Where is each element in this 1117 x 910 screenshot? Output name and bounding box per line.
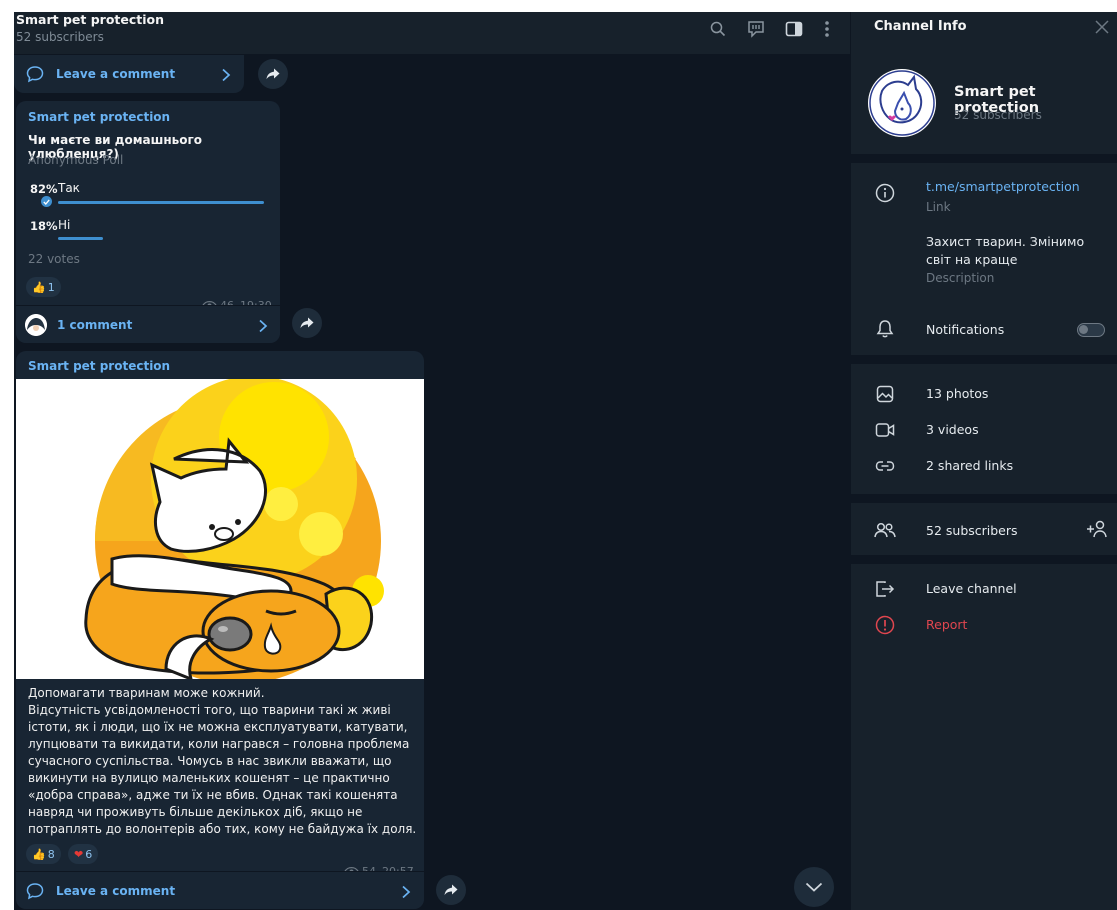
notifications-toggle[interactable] [1077, 323, 1105, 337]
forward-icon [266, 68, 280, 80]
poll-votes: 22 votes [28, 252, 80, 266]
channel-link[interactable]: t.me/smartpetprotection [926, 179, 1080, 194]
videos-count: 3 videos [926, 422, 979, 437]
users-icon [874, 519, 896, 541]
comments-count-label: 1 comment [57, 318, 133, 332]
divider [851, 154, 1117, 163]
reaction-emoji: ❤ [74, 847, 84, 861]
chat-subtitle: 52 subscribers [16, 30, 104, 44]
channel-avatar[interactable] [868, 69, 936, 137]
panel-title: Channel Info [874, 19, 967, 34]
poll-option-percent: 82% [30, 182, 58, 196]
comment-icon [26, 882, 44, 904]
avatar [25, 314, 47, 336]
reaction-count: 6 [85, 847, 93, 861]
leave-channel-row[interactable]: Leave channel [851, 572, 1117, 606]
channel-logo [869, 70, 935, 136]
chat-header[interactable]: Smart pet protection 52 subscribers [14, 12, 850, 54]
link-icon [874, 455, 896, 477]
forward-icon [300, 317, 314, 329]
divider [851, 355, 1117, 364]
forward-icon [444, 884, 458, 896]
reaction-count: 8 [47, 847, 55, 861]
video-icon [874, 419, 896, 441]
comment-icon [26, 65, 44, 87]
comments-bar[interactable]: 1 comment [16, 305, 280, 343]
forward-button[interactable] [436, 875, 466, 905]
chevron-right-icon [401, 884, 411, 903]
post-image[interactable] [16, 379, 424, 679]
report-label: Report [926, 617, 968, 632]
report-row[interactable]: Report [851, 608, 1117, 642]
divider [851, 555, 1117, 564]
subscribers-row[interactable]: 52 subscribers [851, 513, 1117, 547]
forward-button[interactable] [258, 59, 288, 89]
poll-option-percent: 18% [30, 219, 58, 233]
chat-title: Smart pet protection [16, 12, 165, 27]
poll-type: Anonymous Poll [28, 153, 124, 167]
reaction-heart[interactable]: ❤ 6 [68, 844, 99, 864]
notifications-label: Notifications [926, 322, 1005, 337]
videos-row[interactable]: 3 videos [851, 413, 1117, 447]
reaction-count: 1 [47, 280, 55, 294]
chevron-right-icon [221, 67, 231, 86]
photos-count: 13 photos [926, 386, 989, 401]
poll-option-bar [58, 237, 103, 240]
chevron-right-icon [258, 318, 268, 337]
reaction-emoji: 👍 [32, 847, 46, 861]
check-icon [41, 196, 52, 207]
post-author[interactable]: Smart pet protection [28, 359, 170, 373]
report-icon [874, 614, 896, 636]
subscribers-label: 52 subscribers [926, 523, 1018, 538]
top-leave-comment-bar[interactable]: Leave a comment [14, 55, 244, 93]
reaction-thumbs-up[interactable]: 👍 8 [26, 844, 61, 864]
reaction-emoji: 👍 [32, 280, 46, 294]
info-icon [874, 182, 896, 204]
live-chat-icon[interactable] [745, 18, 767, 40]
channel-info-panel: Channel Info Smart pet protection 52 sub… [850, 12, 1117, 910]
telegram-window: Smart pet protection 52 subscribers Leav… [14, 12, 1117, 910]
scroll-to-bottom-button[interactable] [794, 867, 834, 907]
more-vert-icon[interactable] [816, 18, 838, 40]
chevron-down-icon [805, 882, 823, 892]
leave-comment-label: Leave a comment [56, 884, 176, 898]
close-icon[interactable] [1094, 19, 1110, 35]
poll-option-bar [58, 201, 264, 204]
search-icon[interactable] [707, 18, 729, 40]
forward-button[interactable] [292, 308, 322, 338]
channel-description: Захист тварин. Змінимо світ на краще [926, 234, 1085, 267]
poll-option-label: Так [58, 181, 80, 195]
post-author[interactable]: Smart pet protection [28, 110, 170, 124]
reaction-thumbs-up[interactable]: 👍 1 [26, 277, 61, 297]
leave-channel-label: Leave channel [926, 581, 1017, 596]
photo-icon [874, 383, 896, 405]
channel-description-caption: Description [926, 271, 995, 285]
channel-subscribers: 52 subscribers [954, 108, 1042, 122]
links-row[interactable]: 2 shared links [851, 449, 1117, 483]
channel-link-caption: Link [926, 200, 951, 214]
image-message: Smart pet protection Допомагати тваринам… [16, 351, 424, 909]
poll-option-label: Ні [58, 218, 71, 232]
leave-icon [874, 578, 896, 600]
leave-comment-label: Leave a comment [56, 67, 176, 81]
leave-comment-bar[interactable]: Leave a comment [16, 871, 424, 909]
sidebar-toggle-icon[interactable] [783, 18, 805, 40]
shared-links-count: 2 shared links [926, 458, 1014, 473]
add-user-icon[interactable] [1086, 519, 1108, 539]
photos-row[interactable]: 13 photos [851, 377, 1117, 411]
post-text: Допомагати тваринам може кожний. Відсутн… [28, 686, 417, 836]
chat-pane: Smart pet protection 52 subscribers Leav… [14, 12, 850, 910]
divider [851, 494, 1117, 503]
bell-icon [874, 318, 896, 340]
cat-dog-illustration [84, 379, 384, 679]
